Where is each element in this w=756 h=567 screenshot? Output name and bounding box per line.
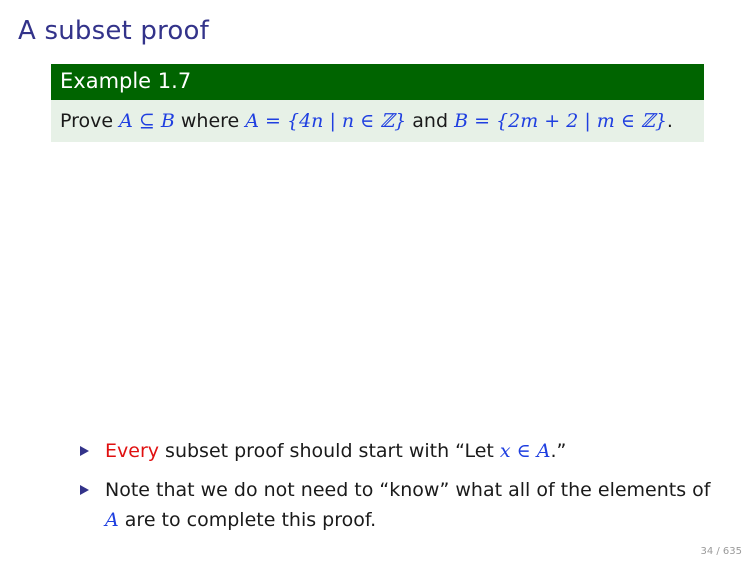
subset-expression: A ⊆ B: [119, 110, 175, 132]
page-number: 34 / 635: [700, 546, 742, 557]
triangle-bullet-icon: [80, 485, 89, 495]
triangle-bullet-icon: [80, 446, 89, 456]
bullet-item: Every subset proof should start with “Le…: [80, 436, 720, 466]
example-header: Example 1.7: [51, 64, 704, 100]
bullet-text: Note that we do not need to “know” what …: [105, 479, 711, 501]
example-body: Prove A ⊆ B where A = {4n | n ∈ ℤ} and B…: [51, 100, 704, 142]
set-a-definition: A = {4n | n ∈ ℤ}: [245, 110, 407, 132]
slide-title: A subset proof: [18, 16, 209, 46]
set-b-definition: B = {2m + 2 | m ∈ ℤ}: [454, 110, 667, 132]
bullet-text-end: are to complete this proof.: [124, 509, 377, 531]
prove-word: Prove: [60, 110, 114, 132]
alert-text: Every: [105, 440, 159, 462]
and-word: and: [412, 110, 449, 132]
bullet-text-end: .”: [550, 440, 567, 462]
where-word: where: [180, 110, 240, 132]
bullet-math: A: [105, 509, 119, 531]
bullet-item: Note that we do not need to “know” what …: [80, 475, 720, 535]
bullet-list: Every subset proof should start with “Le…: [80, 436, 720, 544]
period: .: [666, 110, 673, 132]
example-block: Example 1.7 Prove A ⊆ B where A = {4n | …: [51, 64, 704, 142]
bullet-text: subset proof should start with “Let: [165, 440, 494, 462]
bullet-math: x ∈ A: [499, 440, 551, 462]
